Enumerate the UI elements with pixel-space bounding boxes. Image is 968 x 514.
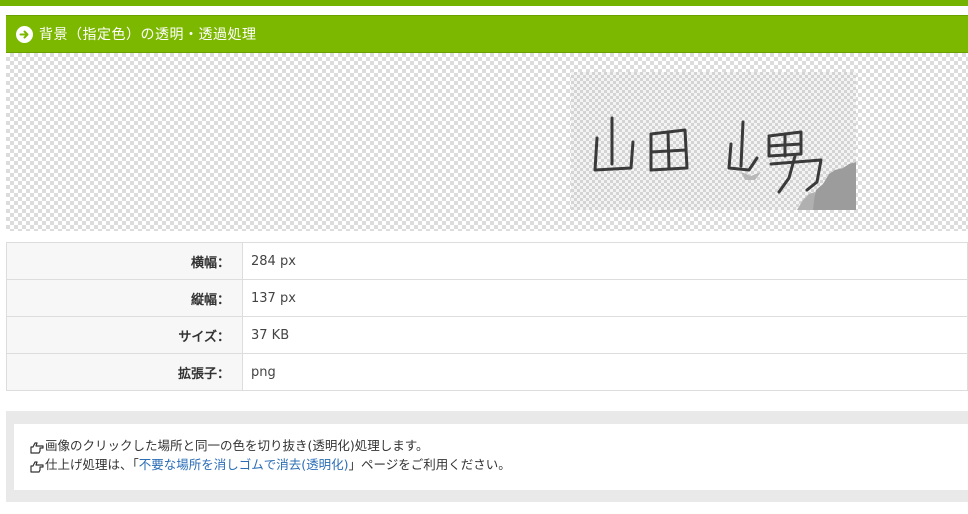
note-line-1: 画像のクリックした場所と同一の色を切り抜き(透明化)処理します。 (30, 436, 968, 455)
arrow-circle-right-icon (16, 25, 33, 43)
extension-label: 拡張子： (6, 353, 243, 391)
notes-box: 画像のクリックした場所と同一の色を切り抜き(透明化)処理します。 仕上げ処理は、… (6, 411, 968, 502)
extension-value: png (242, 353, 968, 391)
note-line-2: 仕上げ処理は、「 不要な場所を消しゴムで消去(透明化) 」ページをご利用ください… (30, 455, 968, 474)
table-row: 拡張子： png (6, 353, 968, 391)
signature-image[interactable] (571, 72, 856, 210)
table-row: 縦幅： 137 px (6, 279, 968, 317)
hand-point-right-icon (30, 440, 44, 454)
note-text-1: 画像のクリックした場所と同一の色を切り抜き(透明化)処理します。 (45, 438, 429, 453)
table-row: 横幅： 284 px (6, 242, 968, 280)
table-row: サイズ： 37 KB (6, 316, 968, 354)
section-title: 背景（指定色）の透明・透過処理 (39, 27, 257, 43)
size-label: サイズ： (6, 316, 243, 354)
image-preview-area[interactable] (6, 53, 968, 231)
width-label: 横幅： (6, 242, 243, 280)
width-value: 284 px (242, 242, 968, 280)
notes-content: 画像のクリックした場所と同一の色を切り抜き(透明化)処理します。 仕上げ処理は、… (14, 424, 968, 490)
note-text-2-suffix: 」ページをご利用ください。 (348, 457, 511, 472)
height-value: 137 px (242, 279, 968, 317)
size-value: 37 KB (242, 316, 968, 354)
height-label: 縦幅： (6, 279, 243, 317)
section-header: 背景（指定色）の透明・透過処理 (6, 15, 968, 53)
eraser-page-link[interactable]: 不要な場所を消しゴムで消去(透明化) (139, 455, 349, 474)
image-info-table: 横幅： 284 px 縦幅： 137 px サイズ： 37 KB 拡張子： pn… (6, 242, 968, 391)
hand-point-right-icon (30, 459, 44, 473)
note-text-2-prefix: 仕上げ処理は、「 (45, 457, 139, 472)
top-accent-bar (0, 0, 968, 6)
